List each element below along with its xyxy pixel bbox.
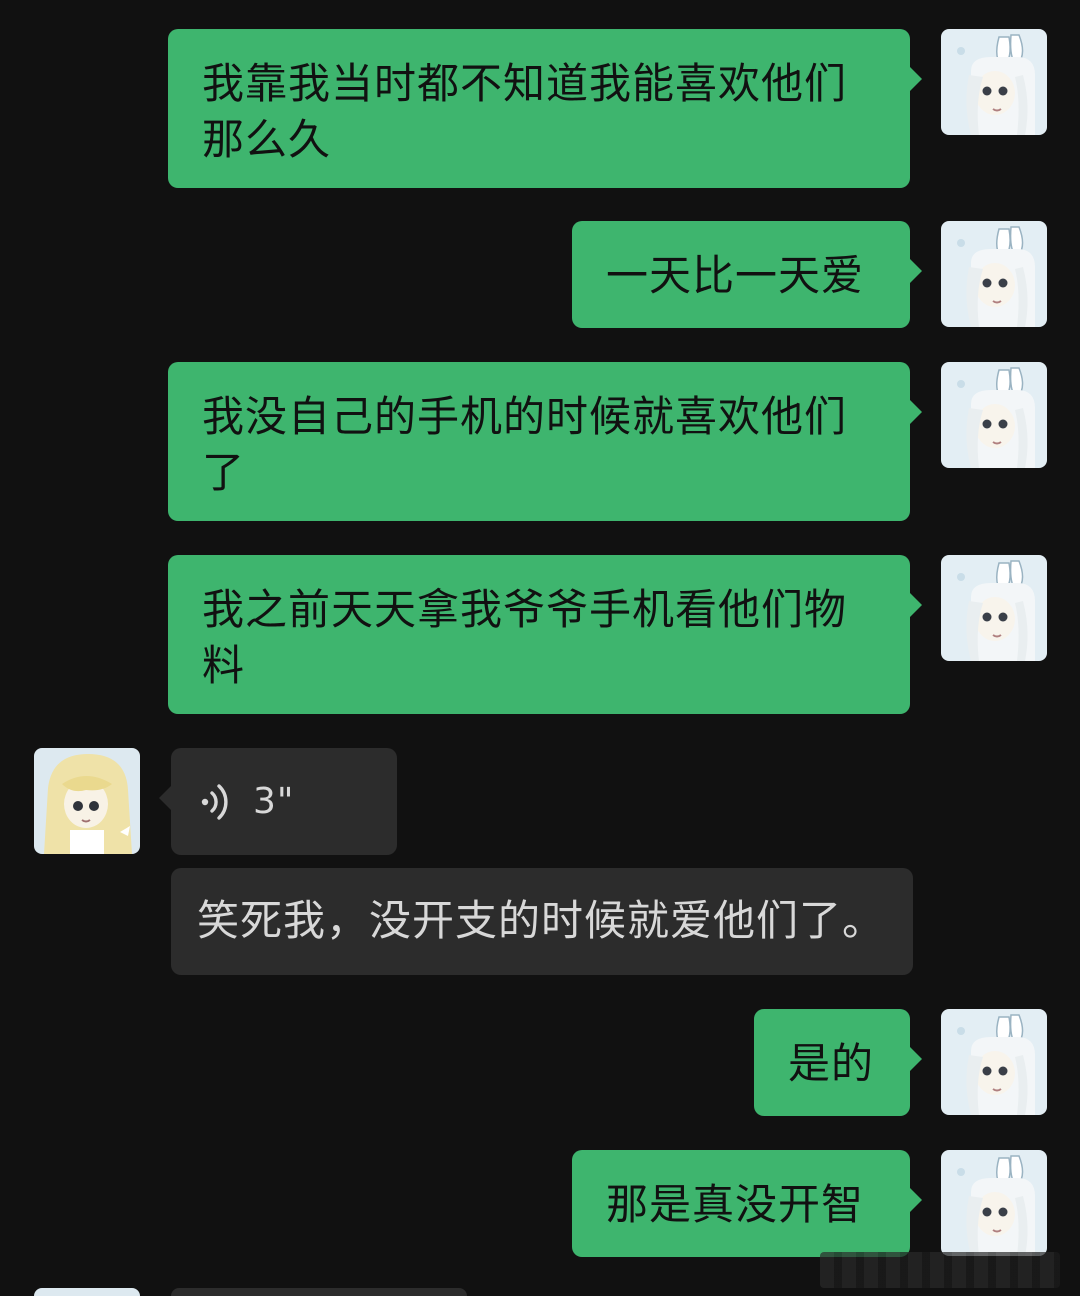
message-text: 是的 [788,1039,875,1088]
my-avatar[interactable] [941,555,1047,661]
bunny-girl-avatar-icon [941,555,1047,661]
message-bubble-sent[interactable]: 一天比一天爱 [572,221,922,328]
message-text: 我没自己的手机的时候就喜欢他们了 [202,392,848,497]
chat-window: 我靠我当时都不知道我能喜欢他们那么久 一天比一天爱 我没自己的手机的时候就喜欢他… [0,0,1080,1296]
contact-avatar[interactable] [34,748,140,854]
message-bubble-sent[interactable]: 我没自己的手机的时候就喜欢他们了 [168,362,922,521]
message-bubble-received[interactable]: 笑死我，没开支的时候就爱他们了。 [171,868,913,975]
bunny-girl-avatar-icon [941,1150,1047,1256]
partial-contact-avatar [34,1288,140,1296]
bunny-girl-avatar-icon [941,362,1047,468]
my-avatar[interactable] [941,1009,1047,1115]
message-bubble-sent[interactable]: 那是真没开智 [572,1150,922,1257]
voice-wave-icon [201,784,228,820]
voice-duration: 3" [253,781,295,822]
message-text: 我靠我当时都不知道我能喜欢他们那么久 [202,59,848,164]
voice-message-bubble[interactable]: 3" [159,748,397,855]
my-avatar[interactable] [941,29,1047,135]
my-avatar[interactable] [941,1150,1047,1256]
message-text: 那是真没开智 [606,1180,865,1229]
message-bubble-sent[interactable]: 是的 [754,1009,922,1116]
message-text: 笑死我，没开支的时候就爱他们了。 [197,896,886,945]
my-avatar[interactable] [941,221,1047,327]
partial-message-bubble [171,1288,467,1296]
voice-message-row: 3" [197,774,371,830]
blonde-girl-avatar-icon [34,748,140,854]
message-bubble-sent[interactable]: 我靠我当时都不知道我能喜欢他们那么久 [168,29,922,188]
watermark [820,1252,1060,1288]
bunny-girl-avatar-icon [941,221,1047,327]
message-text: 一天比一天爱 [606,251,865,300]
bunny-girl-avatar-icon [941,1009,1047,1115]
my-avatar[interactable] [941,362,1047,468]
bunny-girl-avatar-icon [941,29,1047,135]
message-bubble-sent[interactable]: 我之前天天拿我爷爷手机看他们物料 [168,555,922,714]
message-text: 我之前天天拿我爷爷手机看他们物料 [202,585,848,690]
